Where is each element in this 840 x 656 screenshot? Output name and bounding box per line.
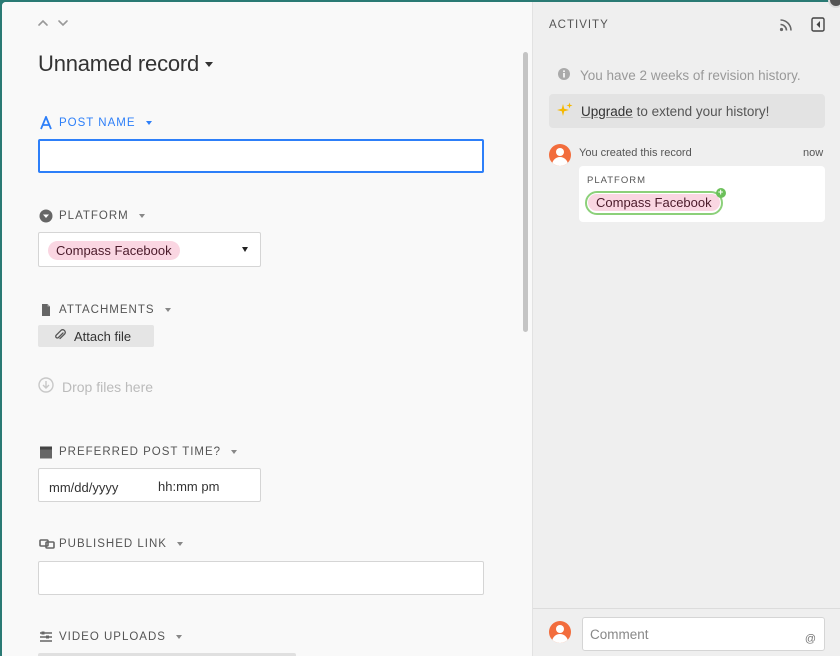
attachments-label[interactable]: ATTACHMENTS bbox=[39, 303, 171, 317]
upgrade-text: to extend your history! bbox=[636, 103, 770, 119]
avatar-head bbox=[556, 148, 564, 156]
avatar-head bbox=[556, 625, 564, 633]
chevron-up-icon[interactable] bbox=[36, 16, 50, 30]
added-value-pill: Compass Facebook bbox=[588, 194, 720, 211]
field-menu-caret-icon bbox=[231, 450, 238, 454]
record-title-text: Unnamed record bbox=[38, 51, 200, 76]
comment-placeholder: Comment bbox=[590, 627, 649, 642]
collapse-panel-icon[interactable] bbox=[811, 17, 825, 32]
added-plus-icon: + bbox=[715, 188, 726, 198]
change-field-label: PLATFORM bbox=[587, 175, 647, 186]
drop-files-text: Drop files here bbox=[62, 378, 154, 395]
dropdown-arrow-icon bbox=[242, 247, 248, 252]
time-placeholder[interactable]: hh:mm pm bbox=[158, 479, 219, 494]
published-link-input[interactable] bbox=[38, 561, 484, 595]
text-field-icon bbox=[39, 114, 53, 130]
added-value-outline: Compass Facebook + bbox=[585, 188, 726, 215]
platform-option-pill: Compass Facebook bbox=[48, 241, 180, 260]
form-scrollbar[interactable] bbox=[523, 52, 528, 332]
attachments-label-text: ATTACHMENTS bbox=[59, 304, 155, 316]
field-menu-caret-icon bbox=[164, 308, 171, 312]
upgrade-banner: Upgrade to extend your history! bbox=[549, 94, 825, 128]
attach-file-label: Attach file bbox=[74, 328, 132, 344]
field-menu-caret-icon bbox=[175, 635, 182, 639]
activity-entry-text: You created this record bbox=[579, 147, 692, 159]
comment-divider bbox=[533, 608, 840, 609]
activity-change-card: PLATFORM Compass Facebook + bbox=[579, 166, 825, 222]
drop-files-zone[interactable]: Drop files here bbox=[38, 377, 153, 396]
avatar-body bbox=[552, 157, 568, 166]
post-name-label[interactable]: POST NAME bbox=[39, 114, 152, 130]
rss-feed-icon[interactable] bbox=[779, 18, 793, 32]
chevron-down-icon[interactable] bbox=[56, 16, 70, 30]
field-menu-caret-icon bbox=[138, 214, 145, 218]
video-uploads-label-text: VIDEO UPLOADS bbox=[59, 631, 166, 643]
record-menu-caret-icon bbox=[205, 61, 214, 67]
platform-select[interactable]: Compass Facebook bbox=[38, 232, 261, 267]
activity-header: ACTIVITY bbox=[549, 19, 609, 31]
attach-file-button[interactable]: Attach file bbox=[38, 325, 154, 347]
sparkle-icon bbox=[557, 102, 573, 121]
mention-button[interactable]: @ bbox=[805, 633, 816, 645]
post-name-label-text: POST NAME bbox=[59, 117, 136, 129]
user-avatar[interactable] bbox=[549, 144, 571, 166]
paperclip-icon bbox=[54, 328, 66, 344]
comment-user-avatar bbox=[549, 621, 571, 643]
document-icon bbox=[39, 303, 53, 317]
activity-entry-time: now bbox=[803, 147, 824, 159]
record-navigation bbox=[36, 16, 70, 30]
record-window: Unnamed record POST NAME PLATFORM Compas… bbox=[2, 2, 840, 656]
list-icon bbox=[39, 630, 53, 644]
record-title[interactable]: Unnamed record bbox=[38, 51, 214, 77]
download-circle-icon bbox=[38, 377, 54, 396]
comment-input[interactable]: Comment @ bbox=[582, 617, 825, 651]
field-menu-caret-icon bbox=[176, 542, 183, 546]
revision-history-text: You have 2 weeks of revision history. bbox=[580, 68, 801, 83]
record-form-panel: Unnamed record POST NAME PLATFORM Compas… bbox=[2, 2, 532, 656]
date-placeholder[interactable]: mm/dd/yyyy bbox=[49, 480, 118, 495]
preferred-time-label-text: PREFERRED POST TIME? bbox=[59, 446, 222, 458]
post-name-input[interactable] bbox=[38, 139, 484, 173]
upgrade-link[interactable]: Upgrade bbox=[581, 104, 633, 119]
platform-label[interactable]: PLATFORM bbox=[39, 209, 145, 223]
revision-history-notice: You have 2 weeks of revision history. bbox=[558, 68, 801, 83]
calendar-icon bbox=[39, 445, 53, 459]
avatar-body bbox=[552, 634, 568, 643]
field-menu-caret-icon bbox=[145, 121, 152, 125]
activity-panel: ACTIVITY You have 2 weeks of revision hi… bbox=[532, 2, 840, 656]
link-icon bbox=[39, 537, 55, 551]
date-time-input[interactable]: mm/dd/yyyy hh:mm pm bbox=[38, 468, 261, 502]
video-uploads-label[interactable]: VIDEO UPLOADS bbox=[39, 630, 182, 644]
published-link-label-text: PUBLISHED LINK bbox=[59, 538, 167, 550]
single-select-icon bbox=[39, 209, 53, 223]
published-link-label[interactable]: PUBLISHED LINK bbox=[39, 537, 183, 551]
preferred-time-label[interactable]: PREFERRED POST TIME? bbox=[39, 445, 238, 459]
info-icon bbox=[558, 68, 570, 83]
platform-label-text: PLATFORM bbox=[59, 210, 129, 222]
